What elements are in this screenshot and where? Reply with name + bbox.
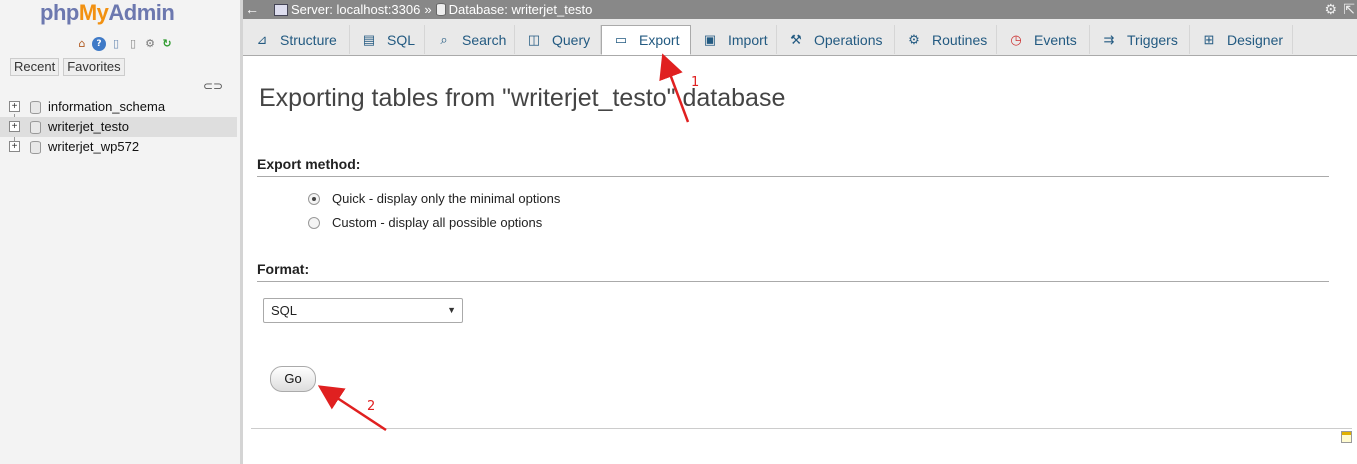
logo-my: My — [78, 0, 109, 25]
radio-custom[interactable]: Custom - display all possible options — [308, 215, 542, 230]
go-button[interactable]: Go — [270, 366, 316, 392]
radio-quick[interactable]: Quick - display only the minimal options — [308, 191, 560, 206]
collapse-topbar-icon[interactable]: ⇱ — [1343, 0, 1355, 19]
import-icon: ▣ — [703, 31, 717, 47]
breadcrumb-bar: ← Server: localhost:3306 » Database: wri… — [243, 0, 1357, 19]
recent-favorites-tabs: Recent Favorites — [10, 58, 125, 76]
radio-custom-button[interactable] — [308, 216, 320, 229]
tab-import[interactable]: ▣ Import — [691, 25, 777, 54]
format-select[interactable]: SQL ▼ — [263, 298, 463, 323]
tab-label: Search — [462, 31, 507, 48]
database-item[interactable]: + information_schema — [0, 97, 237, 117]
database-tabs: ⊿ Structure ▤ SQL ⌕ Search ◫ Query ▭ Exp… — [243, 19, 1357, 56]
database-tree: + information_schema + writerjet_testo +… — [0, 97, 237, 157]
chevron-down-icon: ▼ — [447, 305, 456, 315]
sql-icon: ▤ — [362, 31, 376, 47]
query-icon: ◫ — [527, 31, 541, 47]
wrench-icon: ⚒ — [790, 31, 802, 47]
radio-custom-label[interactable]: Custom - display all possible options — [332, 215, 542, 230]
reload-icon[interactable]: ↻ — [160, 37, 174, 51]
phpmyadmin-logo[interactable]: phpMyAdmin — [40, 0, 175, 26]
database-icon — [30, 141, 41, 154]
database-icon — [435, 3, 446, 16]
expand-icon[interactable]: + — [9, 121, 20, 132]
export-icon: ▭ — [614, 32, 628, 47]
server-icon — [274, 3, 288, 16]
database-icon — [30, 121, 41, 134]
tab-label: Operations — [814, 31, 883, 48]
quick-icons: ⌂ ? ▯ ▯ ⚙ ↻ — [75, 37, 174, 51]
tab-routines[interactable]: ⚙ Routines — [895, 25, 997, 54]
triggers-icon: ⇉ — [1103, 31, 1115, 47]
tab-label: Events — [1034, 31, 1077, 48]
tab-events[interactable]: ◷ Events — [997, 25, 1090, 54]
breadcrumb-separator: » — [424, 2, 432, 17]
tab-label: Query — [552, 31, 591, 48]
format-heading: Format: — [257, 261, 1329, 282]
database-name[interactable]: writerjet_testo — [48, 119, 129, 134]
export-method-heading: Export method: — [257, 156, 1329, 177]
settings-icon[interactable]: ⚙ — [143, 37, 157, 51]
structure-icon: ⊿ — [256, 31, 268, 47]
database-name[interactable]: writerjet_wp572 — [48, 139, 139, 154]
designer-icon: ⊞ — [1203, 31, 1215, 47]
database-item[interactable]: + writerjet_wp572 — [0, 137, 237, 157]
radio-quick-label[interactable]: Quick - display only the minimal options — [332, 191, 560, 206]
format-select-value: SQL — [271, 303, 298, 318]
docs-icon[interactable]: ▯ — [109, 37, 123, 51]
link-with-main-panel-icon[interactable]: ⊂⊃ — [203, 79, 223, 93]
page-settings-gear-icon[interactable]: ⚙ — [1324, 0, 1337, 19]
search-icon: ⌕ — [440, 31, 448, 47]
page-title: Exporting tables from "writerjet_testo" … — [259, 84, 786, 112]
tab-triggers[interactable]: ⇉ Triggers — [1090, 25, 1190, 54]
annotation-step-2: 2 — [367, 399, 375, 414]
breadcrumb: Server: localhost:3306 » Database: write… — [274, 0, 592, 19]
radio-quick-button[interactable] — [308, 192, 320, 205]
database-icon — [30, 101, 41, 114]
clock-icon: ◷ — [1010, 31, 1022, 47]
tab-label: Import — [728, 31, 768, 48]
breadcrumb-server[interactable]: Server: localhost:3306 — [291, 0, 420, 19]
home-icon[interactable]: ⌂ — [75, 37, 89, 51]
routines-icon: ⚙ — [908, 31, 920, 47]
database-name[interactable]: information_schema — [48, 99, 165, 114]
logo-php: php — [40, 0, 79, 25]
tab-operations[interactable]: ⚒ Operations — [777, 25, 895, 54]
tab-structure[interactable]: ⊿ Structure — [243, 25, 350, 54]
favorites-tab[interactable]: Favorites — [63, 58, 125, 76]
expand-icon[interactable]: + — [9, 101, 20, 112]
tab-designer[interactable]: ⊞ Designer — [1190, 25, 1293, 54]
tab-label: Triggers — [1127, 31, 1178, 48]
collapse-navigation-arrow-icon[interactable]: ← — [245, 0, 259, 19]
tab-label: Structure — [280, 31, 337, 48]
sql-docs-icon[interactable]: ▯ — [126, 37, 140, 51]
tab-export[interactable]: ▭ Export — [601, 25, 691, 55]
tab-label: SQL — [387, 31, 416, 48]
annotation-arrow-2 — [317, 385, 387, 432]
divider — [251, 428, 1352, 429]
tab-label: Designer — [1227, 31, 1284, 48]
breadcrumb-database[interactable]: Database: writerjet_testo — [449, 0, 593, 19]
tab-label: Routines — [932, 31, 988, 48]
tab-sql[interactable]: ▤ SQL — [350, 25, 425, 54]
expand-icon[interactable]: + — [9, 141, 20, 152]
help-icon[interactable]: ? — [92, 37, 106, 51]
tab-label: Export — [639, 32, 680, 48]
database-item-selected[interactable]: + writerjet_testo — [0, 117, 237, 137]
navigation-panel: phpMyAdmin ⌂ ? ▯ ▯ ⚙ ↻ Recent Favorites … — [0, 0, 243, 464]
tab-search[interactable]: ⌕ Search — [425, 25, 515, 54]
recent-tab[interactable]: Recent — [10, 58, 60, 76]
console-icon[interactable] — [1341, 431, 1352, 443]
logo-admin: Admin — [108, 0, 175, 25]
tab-query[interactable]: ◫ Query — [515, 25, 601, 54]
